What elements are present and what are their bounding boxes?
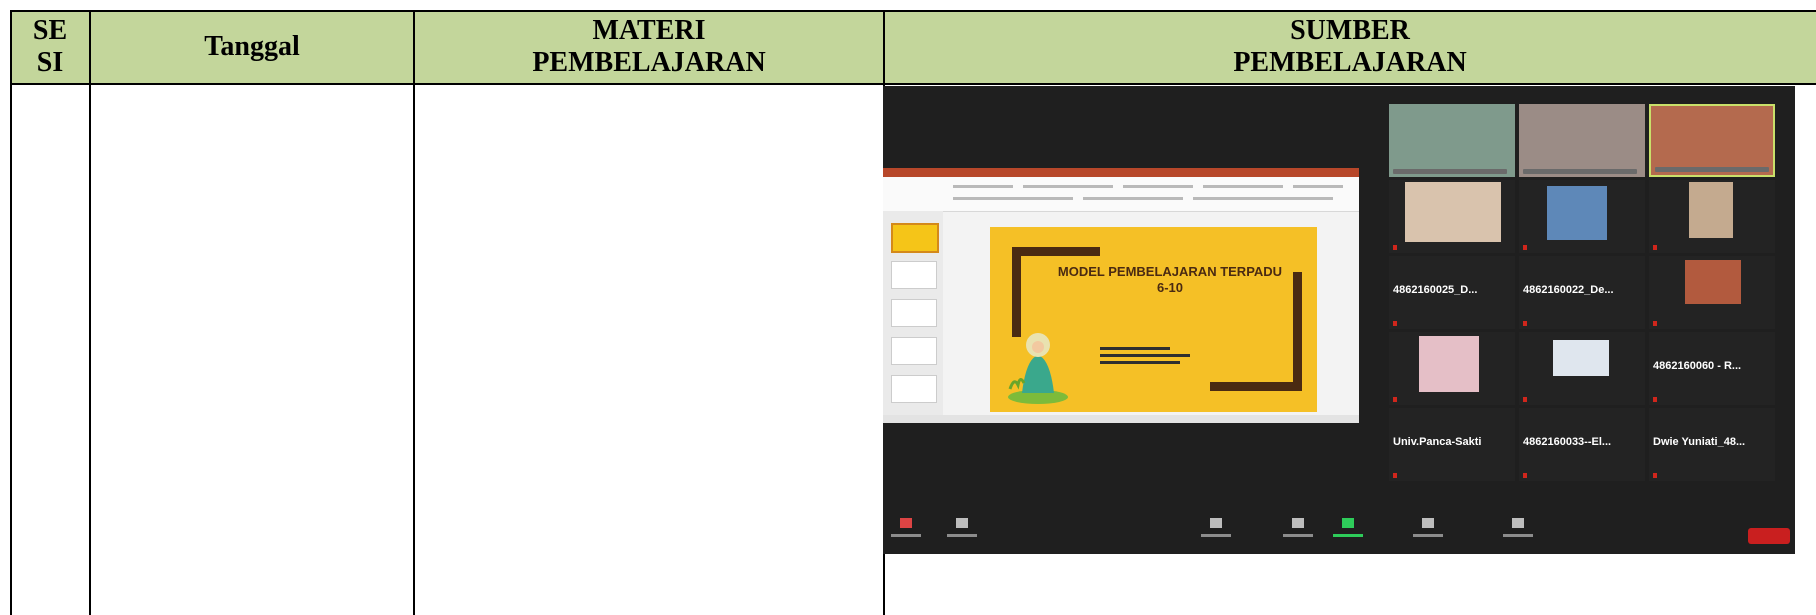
shared-powerpoint-window: MODEL PEMBELAJARAN TERPADU 6-10	[883, 168, 1359, 423]
header-sesi: SE SI	[10, 10, 90, 84]
participant-tile: Dwie Yuniati_48...	[1649, 408, 1775, 481]
reactions-icon	[1503, 518, 1533, 537]
participant-tile	[1389, 332, 1515, 405]
participant-tile	[1649, 256, 1775, 329]
share-screen-icon	[1333, 518, 1363, 537]
header-sumber: SUMBER PEMBELAJARAN	[884, 10, 1816, 84]
header-sesi-line1: SE	[32, 15, 68, 46]
ppt-slide-thumbnails	[883, 211, 943, 415]
mute-icon	[891, 518, 921, 537]
slide-title-line1: MODEL PEMBELAJARAN TERPADU	[1057, 264, 1283, 279]
participant-tile	[1519, 180, 1645, 253]
participant-tile: 4862160025_D...	[1389, 256, 1515, 329]
col-divider-2	[413, 10, 415, 615]
end-meeting-button	[1748, 528, 1790, 544]
participant-tile	[1389, 180, 1515, 253]
stop-video-icon	[947, 518, 977, 537]
header-materi-line2: PEMBELAJARAN	[532, 47, 766, 78]
ppt-status-bar	[883, 415, 1359, 423]
header-materi: MATERI PEMBELAJARAN	[414, 10, 884, 84]
pause-recording-icon	[1413, 518, 1443, 537]
ppt-ribbon	[883, 177, 1359, 212]
hijab-girl-illustration	[1008, 333, 1068, 404]
participant-tile	[1389, 104, 1515, 177]
participant-name: Dwie Yuniati_48...	[1653, 436, 1746, 448]
header-tanggal: Tanggal	[90, 10, 414, 84]
chat-icon	[1283, 518, 1313, 537]
header-sesi-line2: SI	[36, 47, 64, 78]
ppt-slide: MODEL PEMBELAJARAN TERPADU 6-10	[990, 227, 1317, 412]
header-sumber-line2: PEMBELAJARAN	[1233, 47, 1467, 78]
participant-tile: 4862160033--El...	[1519, 408, 1645, 481]
slide-title: MODEL PEMBELAJARAN TERPADU 6-10	[1025, 264, 1315, 296]
slide-title-line2: 6-10	[1156, 280, 1184, 295]
ppt-title-bar	[883, 168, 1359, 177]
header-materi-line1: MATERI	[592, 15, 706, 46]
participant-tile: Univ.Panca-Sakti	[1389, 408, 1515, 481]
participant-name: Univ.Panca-Sakti	[1393, 436, 1482, 448]
header-bottom-border	[10, 83, 1816, 85]
table-left-border	[10, 10, 12, 615]
participant-tile: 4862160022_De...	[1519, 256, 1645, 329]
participant-name: 4862160060 - R...	[1653, 360, 1742, 372]
participant-name: 4862160022_De...	[1523, 284, 1614, 296]
participant-tile: 4862160060 - R...	[1649, 332, 1775, 405]
participant-tile	[1649, 104, 1775, 177]
header-sumber-line1: SUMBER	[1290, 15, 1410, 46]
participant-tile	[1519, 104, 1645, 177]
participant-tile	[1519, 332, 1645, 405]
participants-icon	[1201, 518, 1231, 537]
participant-tile	[1649, 180, 1775, 253]
participant-name: 4862160025_D...	[1393, 284, 1478, 296]
table-top-border	[10, 10, 1816, 12]
participant-name: 4862160033--El...	[1523, 436, 1612, 448]
col-divider-1	[89, 10, 91, 615]
zoom-meeting-screenshot: MODEL PEMBELAJARAN TERPADU 6-10 48621600…	[883, 86, 1795, 554]
header-tanggal-label: Tanggal	[204, 31, 300, 62]
